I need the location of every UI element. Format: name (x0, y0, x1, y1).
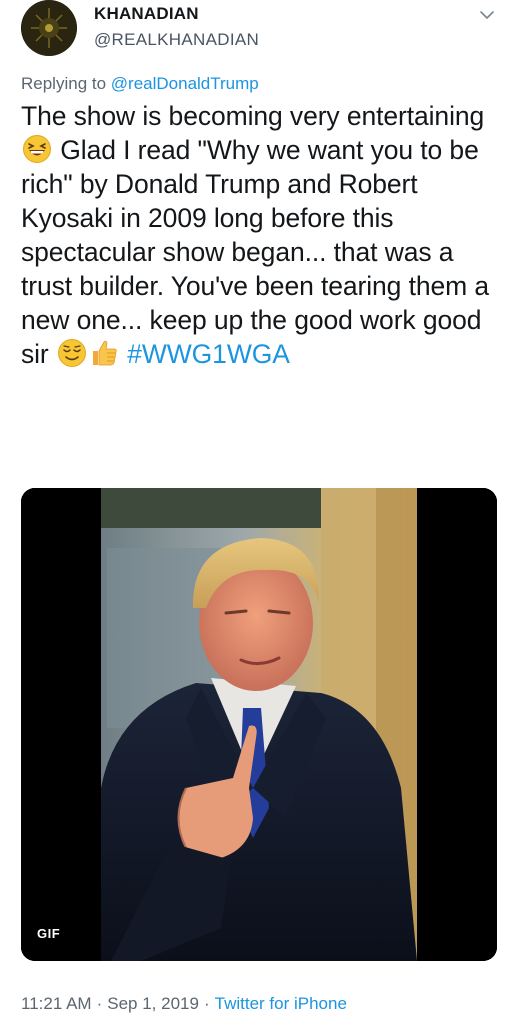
avatar-image (21, 0, 77, 56)
thumbs-up-icon (92, 340, 117, 366)
tweet-detail: KHANADIAN @REALKHANADIAN Replying to @re… (0, 0, 518, 1024)
meta-separator: · (96, 994, 103, 1013)
gif-badge: GIF (30, 922, 68, 945)
replying-to: Replying to @realDonaldTrump (21, 74, 259, 94)
meta-separator-2: · (203, 994, 210, 1013)
tweet-meta: 11:21 AM · Sep 1, 2019 · Twitter for iPhone (21, 994, 347, 1014)
tweet-date[interactable]: Sep 1, 2019 (107, 994, 199, 1013)
replying-to-label: Replying to (21, 74, 111, 93)
reply-mention-link[interactable]: @realDonaldTrump (111, 74, 259, 93)
gif-image (21, 488, 497, 961)
chevron-down-icon[interactable] (478, 6, 496, 24)
tweet-text-part1: The show is becoming very entertaining (21, 101, 485, 131)
hashtag-link[interactable]: #WWG1WGA (127, 339, 290, 369)
tweet-text: The show is becoming very entertaining G… (21, 99, 507, 371)
display-name[interactable]: KHANADIAN (94, 4, 199, 24)
avatar[interactable] (21, 0, 77, 56)
relieved-face-icon (57, 339, 86, 367)
tweet-time[interactable]: 11:21 AM (21, 994, 92, 1013)
user-handle[interactable]: @REALKHANADIAN (94, 30, 259, 50)
gif-media[interactable] (21, 488, 497, 961)
grinning-squinting-face-icon (23, 135, 51, 163)
tweet-source-link[interactable]: Twitter for iPhone (215, 994, 347, 1013)
tweet-text-part2: Glad I read "Why we want you to be rich"… (21, 135, 489, 369)
